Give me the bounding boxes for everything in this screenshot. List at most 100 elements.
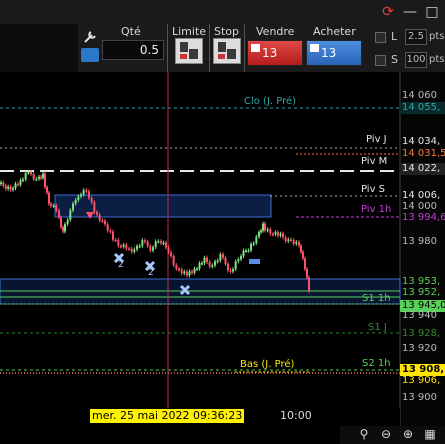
candle-body: [136, 246, 138, 250]
time-tick: 10:00: [280, 409, 312, 422]
candle-body: [298, 242, 300, 246]
chart-canvas[interactable]: [0, 72, 445, 444]
candle-body: [69, 210, 72, 220]
s1-j-label: S1 J: [368, 322, 387, 333]
candle-body: [175, 265, 178, 269]
candle-body: [22, 179, 24, 181]
candle-body: [302, 252, 304, 259]
price-tick: 13 940: [402, 310, 437, 321]
candle-body: [19, 180, 22, 185]
candle-body: [149, 246, 152, 251]
candle-body: [198, 263, 201, 269]
candle-body: [125, 244, 128, 249]
candle-body: [35, 178, 38, 181]
quantity-input[interactable]: 0.5: [102, 40, 164, 60]
maximize-icon[interactable]: □: [422, 2, 442, 22]
candle-body: [80, 194, 82, 197]
candle-body: [17, 183, 19, 186]
limit-order-icon: [180, 42, 198, 59]
candle-body: [206, 257, 208, 262]
candle-body: [7, 186, 10, 189]
toolbar-left-strip: [0, 24, 78, 72]
s1-j-price-tag: 13 928,: [402, 328, 441, 339]
candle-body: [224, 257, 227, 264]
candle-body: [308, 277, 310, 292]
candle-body: [52, 205, 55, 208]
candle-body: [247, 250, 250, 252]
candle-body: [232, 269, 234, 272]
candle-body: [104, 220, 106, 225]
candle-body: [93, 202, 96, 212]
zoom-toolbar: ⚲ ⊖ ⊕ ▦: [340, 426, 445, 444]
candle-body: [279, 233, 282, 236]
candle-body: [258, 232, 260, 237]
price-chart[interactable]: Clo (J. Pré) Piv J Piv M Piv S Piv 1h S1…: [0, 72, 445, 444]
candle-body: [88, 191, 90, 198]
candle-body: [130, 248, 133, 252]
candle-body: [4, 185, 7, 189]
candle-body: [186, 271, 188, 276]
keyboard-icon[interactable]: [81, 48, 99, 62]
candle-body: [162, 242, 165, 245]
candle-body: [201, 263, 203, 265]
short-stop-label: S: [391, 53, 398, 66]
bas-label: Bas (J. Pré): [240, 359, 295, 370]
candle-body: [245, 250, 247, 252]
candle-body: [277, 232, 279, 236]
candle-body: [284, 237, 287, 242]
sell-button[interactable]: 13 952,1: [247, 40, 303, 84]
long-stop-checkbox[interactable]: [375, 32, 386, 43]
refresh-icon[interactable]: ⟳: [378, 2, 398, 22]
stop-order-button[interactable]: [213, 38, 241, 64]
candle-body: [90, 197, 93, 203]
long-pts-input[interactable]: 2.5: [405, 29, 427, 45]
candle-body: [9, 186, 12, 190]
candle-body: [55, 205, 58, 211]
candle-body: [82, 190, 85, 195]
divider: [209, 24, 210, 72]
limit-order-button[interactable]: [175, 38, 203, 64]
candle-body: [240, 256, 242, 260]
candle-body: [193, 268, 196, 273]
cursor-date-tag: mer. 25 mai 2022 09:36:23: [90, 409, 245, 423]
candle-body: [203, 257, 206, 264]
short-stop-checkbox[interactable]: [375, 55, 386, 66]
clo-price-tag: 14 055,: [400, 102, 445, 114]
bas-price-tag-2: 13 906,: [402, 375, 441, 386]
candle-body: [38, 176, 40, 179]
piv-j-label: Piv J: [366, 134, 387, 145]
candle-body: [146, 241, 149, 246]
short-pts-input[interactable]: 100: [405, 52, 427, 68]
candle-body: [27, 172, 30, 174]
candle-body: [12, 188, 14, 190]
s1-1h-label: S1 1h: [362, 293, 391, 304]
candle-body: [165, 242, 167, 248]
marker-dash: [249, 259, 260, 264]
zoom-fit-icon[interactable]: ▦: [422, 426, 438, 442]
zoom-out-icon[interactable]: ⊖: [378, 426, 394, 442]
qty-label: Qté: [121, 25, 141, 38]
piv-m-price-tag: 14 022,: [400, 163, 445, 175]
candle-body: [74, 200, 77, 204]
minimize-icon[interactable]: —: [400, 2, 420, 22]
candle-body: [227, 264, 229, 271]
candle-body: [62, 227, 64, 232]
buy-button[interactable]: 13 953,5: [306, 40, 362, 84]
wrench-icon[interactable]: [82, 30, 98, 44]
x-marker-label: 2: [118, 260, 124, 270]
zoom-in-icon[interactable]: ⊕: [400, 426, 416, 442]
candle-body: [266, 229, 269, 231]
candle-body: [264, 223, 266, 231]
candle-body: [250, 244, 252, 251]
price-tick: 13 980: [402, 236, 437, 247]
candle-body: [66, 219, 69, 225]
candle-body: [160, 241, 162, 244]
zoom-select-icon[interactable]: ⚲: [356, 426, 372, 442]
candle-body: [141, 240, 144, 246]
price-tick: 13 920: [402, 343, 437, 354]
divider: [244, 24, 245, 72]
x-marker-label: 2: [148, 268, 154, 278]
candle-body: [170, 252, 172, 257]
candle-body: [128, 248, 130, 251]
candle-body: [32, 174, 35, 180]
